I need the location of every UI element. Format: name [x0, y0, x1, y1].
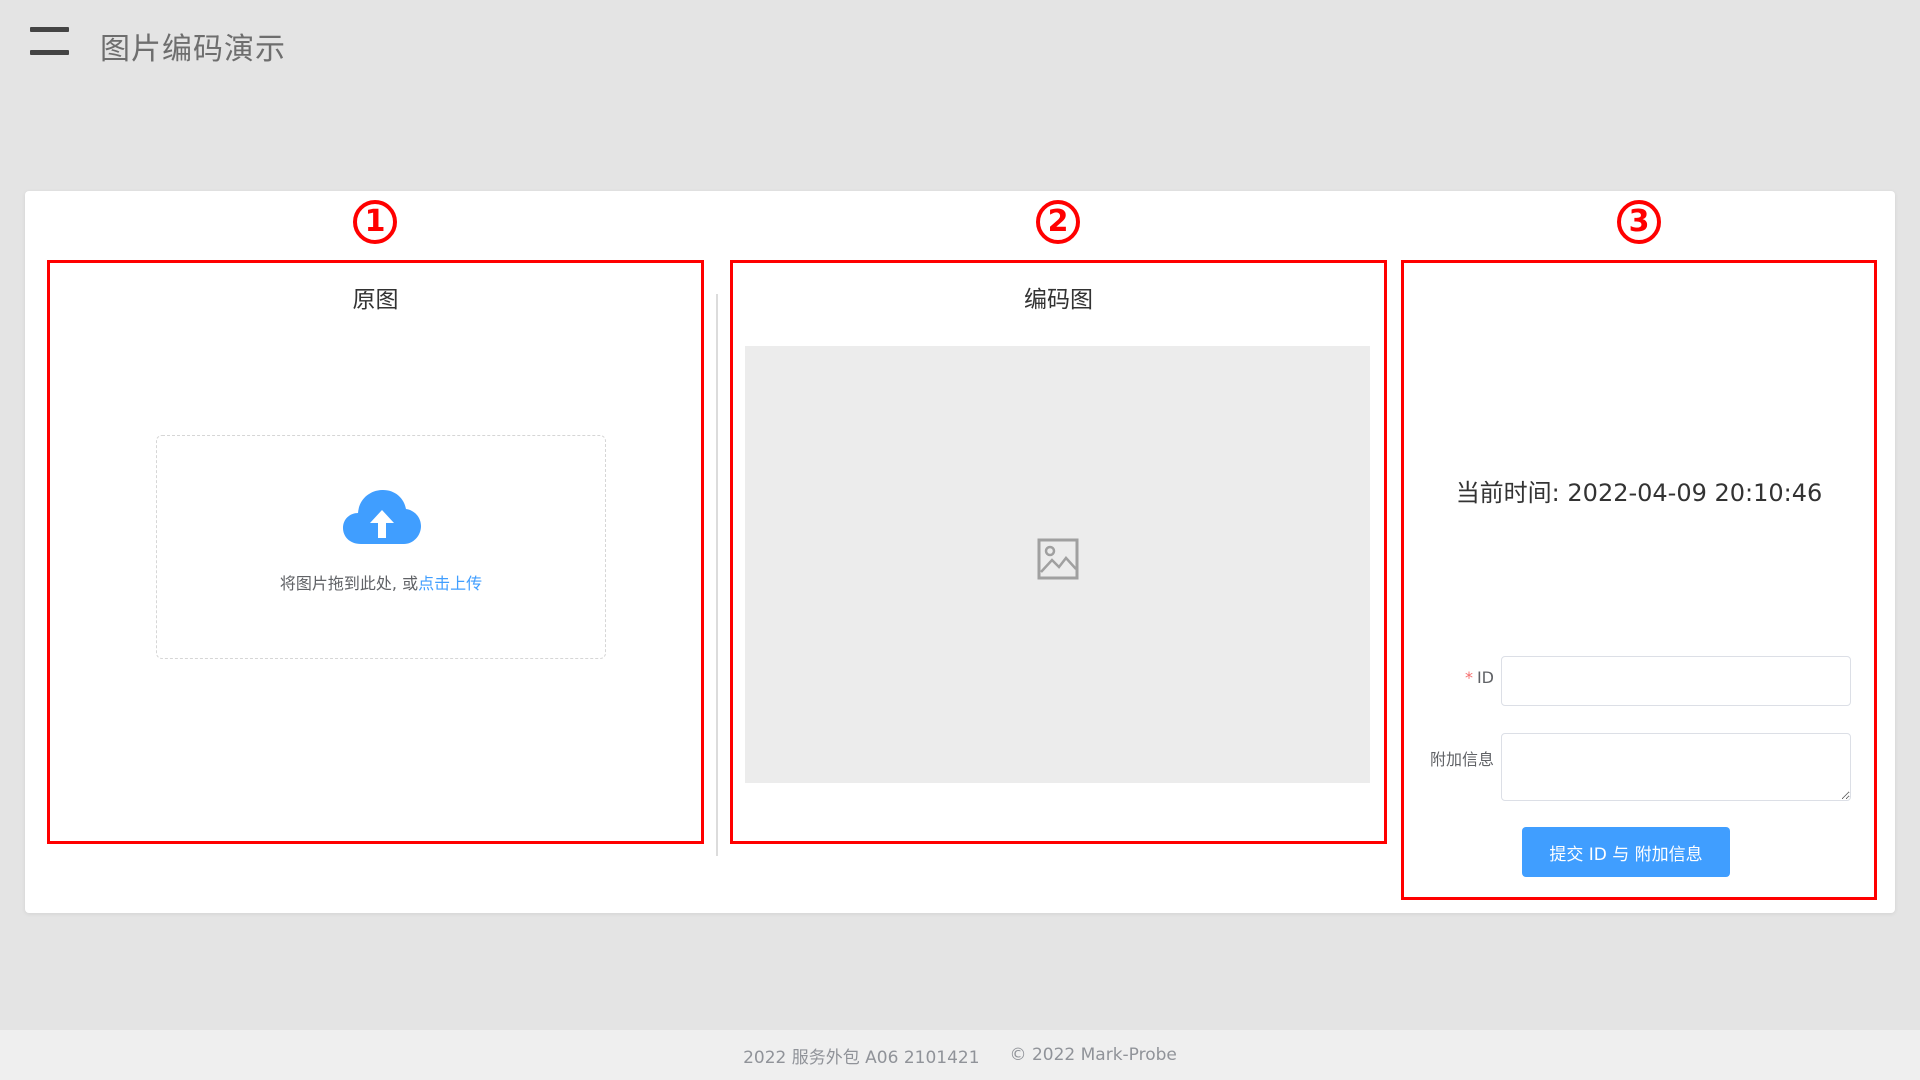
marker-1: 1 — [353, 200, 397, 244]
required-mark: * — [1464, 668, 1473, 687]
marker-3: 3 — [1617, 200, 1661, 244]
encoded-image-panel: 编码图 — [730, 260, 1387, 844]
current-time: 当前时间: 2022-04-09 20:10:46 — [1455, 479, 1823, 507]
id-label: * ID — [1465, 668, 1494, 687]
panel-divider — [716, 294, 718, 856]
hamburger-menu-icon[interactable] — [30, 27, 70, 56]
top-header: 图片编码演示 — [0, 0, 1920, 90]
info-form-panel: 当前时间: 2022-04-09 20:10:46 * ID 附加信息 提交 ID… — [1401, 260, 1877, 900]
cloud-upload-icon — [343, 490, 421, 544]
upload-click-link[interactable]: 点击上传 — [418, 574, 482, 593]
image-placeholder-icon — [1037, 538, 1079, 580]
upload-hint: 将图片拖到此处, 或点击上传 — [157, 570, 605, 594]
encoded-image-placeholder — [745, 346, 1370, 783]
extra-info-label: 附加信息 — [1429, 750, 1494, 769]
app-root: 图片编码演示 1 2 3 原图 将图片拖到此处, 或点击上传 编码图 当前时间:… — [0, 0, 1920, 1080]
marker-2: 2 — [1036, 200, 1080, 244]
footer-course-text: 2022 服务外包 A06 2101421 — [743, 1047, 980, 1068]
submit-button[interactable]: 提交 ID 与 附加信息 — [1522, 827, 1730, 877]
footer-copyright: © 2022 Mark-Probe — [1009, 1045, 1177, 1065]
app-title: 图片编码演示 — [100, 32, 286, 67]
page-footer: 2022 服务外包 A06 2101421 © 2022 Mark-Probe — [0, 1030, 1920, 1080]
upload-hint-text: 将图片拖到此处, 或 — [279, 574, 419, 593]
extra-info-textarea[interactable] — [1501, 733, 1851, 801]
original-panel-title: 原图 — [352, 287, 399, 313]
original-image-panel: 原图 将图片拖到此处, 或点击上传 — [47, 260, 704, 844]
encoded-panel-title: 编码图 — [1024, 287, 1093, 313]
id-label-text: ID — [1476, 668, 1494, 687]
id-input[interactable] — [1501, 656, 1851, 706]
upload-dropzone[interactable]: 将图片拖到此处, 或点击上传 — [156, 435, 606, 659]
